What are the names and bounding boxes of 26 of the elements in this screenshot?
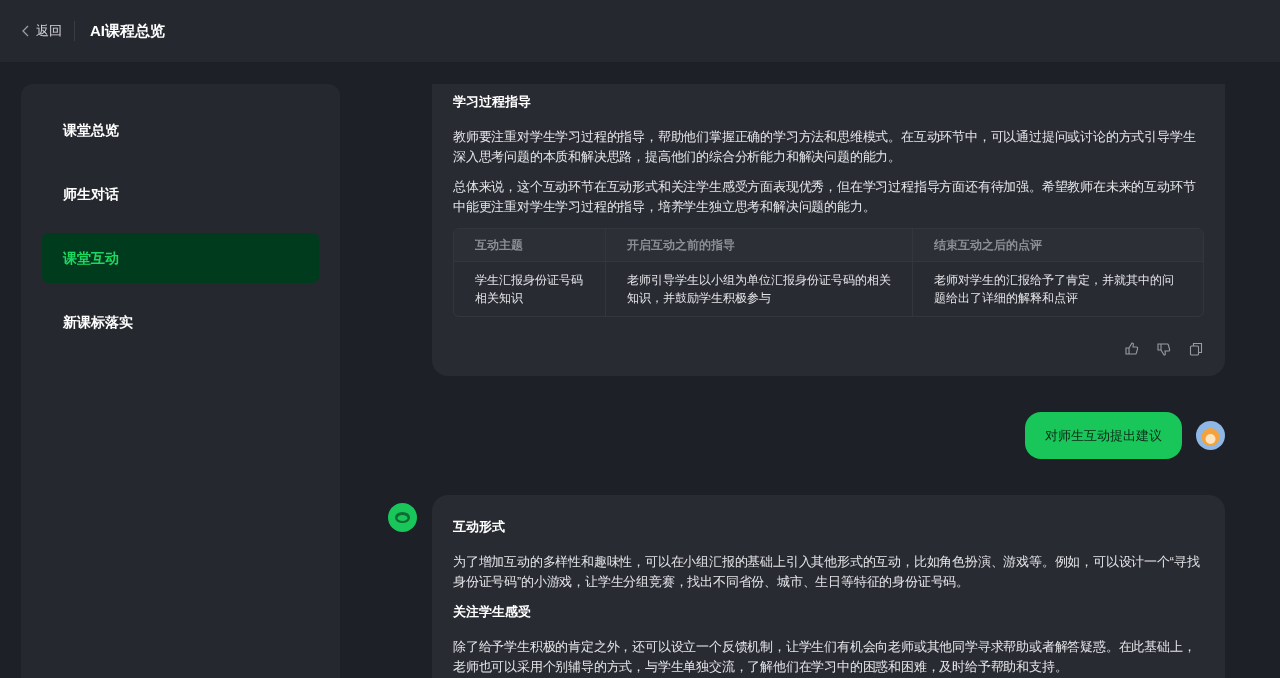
sidebar-item[interactable]: 师生对话 (42, 169, 319, 219)
sidebar-item[interactable]: 课堂互动 (42, 233, 319, 283)
user-avatar (1196, 421, 1225, 450)
user-message: 对师生互动提出建议 (1025, 412, 1182, 459)
sidebar-item[interactable]: 课堂总览 (42, 105, 319, 155)
thumbs-down-icon[interactable] (1157, 342, 1171, 356)
section-heading: 学习过程指导 (453, 93, 532, 111)
sidebar-item[interactable]: 新课标落实 (42, 297, 319, 347)
column-header: 互动主题 (474, 237, 524, 254)
copy-icon[interactable] (1189, 342, 1203, 356)
page-title: AI课程总览 (90, 20, 165, 41)
paragraph: 总体来说，这个互动环节在互动形式和关注学生感受方面表现优秀，但在学习过程指导方面还有待加强。希望教师在未来的互动环节中能更注重对学生学习过程的指导，培养学生独立思考和解决问题的能力。 (453, 179, 1197, 216)
table-cell: 老师引导学生以小组为单位汇报身份证号码的相关知识，并鼓励学生积极参与 (605, 262, 912, 316)
column-header: 结束互动之后的点评 (912, 229, 1203, 261)
table-cell: 老师对学生的汇报给予了肯定，并就其中的问题给出了详细的解释和点评 (912, 262, 1203, 316)
section-heading: 关注学生感受 (453, 603, 532, 621)
back-link[interactable]: 返回 (22, 21, 75, 41)
table-cell-text: 学生汇报身份证号码相关知识 (474, 272, 584, 307)
chevron-left-icon (22, 25, 30, 37)
assistant-logo-icon (388, 503, 417, 532)
thumbs-up-icon[interactable] (1125, 342, 1139, 356)
paragraph: 教师要注重对学生学习过程的指导，帮助他们掌握正确的学习方法和思维模式。在互动环节中，可以通过提问或讨论的方式引导学生深入思考问题的本质和解决思路，提高他们的综合分析能力和解决问题的能力。 (453, 129, 1197, 166)
paragraph: 除了给予学生积极的肯定之外，还可以设立一个反馈机制，让学生们有机会向老师或其他同学寻求帮助或者解答疑惑。在此基础上，老师也可以采用个别辅导的方式，与学生单独交流，了解他们在学习中的困惑和困难，及时给予帮助和支持。 (453, 639, 1197, 676)
paragraph: 为了增加互动的多样性和趣味性，可以在小组汇报的基础上引入其他形式的互动，比如角色扮演、游戏等。例如，可以设计一个“寻找身份证号码”的小游戏，让学生分组竞赛，找出不同省份、城市、生日等特征的身份证号码。 (453, 554, 1201, 591)
section-heading: 互动形式 (453, 518, 506, 536)
column-header: 开启互动之前的指导 (605, 229, 912, 261)
